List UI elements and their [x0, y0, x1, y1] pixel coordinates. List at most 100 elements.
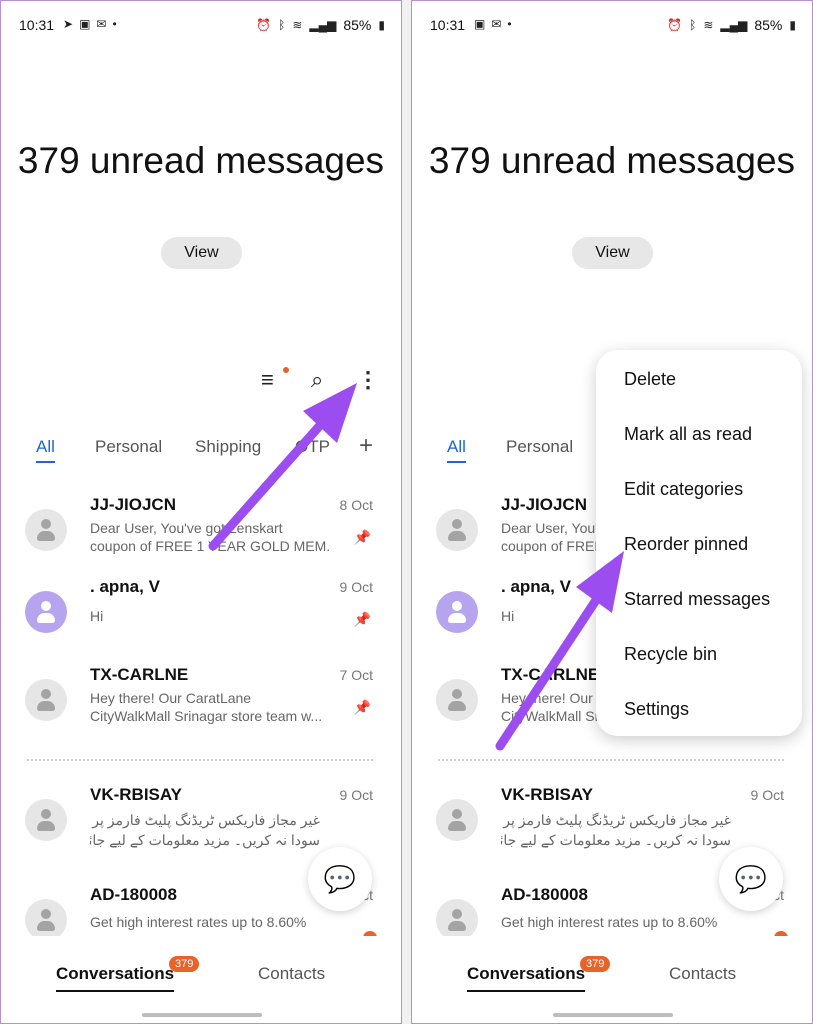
message-date: 9 Oct [339, 579, 373, 595]
pin-icon: 📌 [353, 529, 371, 545]
message-preview-line1: Hey there! Our CaratLane [90, 690, 252, 706]
sender-name: AD-180008 [90, 885, 177, 904]
tab-conversations[interactable]: Conversations [56, 964, 175, 992]
list-item[interactable]: TX-CARLNE 7 Oct Hey there! Our CaratLane… [1, 665, 401, 759]
search-icon[interactable]: ⌕ [311, 367, 323, 393]
battery-level: 85% [343, 17, 372, 33]
telegram-icon: ➤ [63, 17, 80, 31]
wifi-icon: ≋ [292, 18, 303, 32]
screen-left: 10:31 ➤▣✉• ⏰ ᛒ ≋ ▂▄▆ 85% ▮ 379 unread message… [0, 0, 402, 1024]
view-button[interactable]: View [161, 237, 242, 269]
menu-item-recycle-bin[interactable]: Recycle bin [624, 644, 717, 665]
gallery-icon: ▣ [474, 17, 492, 31]
battery-icon: ▮ [378, 18, 385, 32]
avatar [25, 799, 67, 841]
bottom-nav: Conversations 379 Contacts [412, 936, 812, 1023]
bottom-nav: Conversations 379 Contacts [1, 936, 401, 1023]
notification-icons: ➤▣✉• [63, 17, 123, 31]
sender-name: JJ-JIOJCN [90, 495, 176, 514]
signal-icon: ▂▄▆ [720, 18, 748, 32]
message-date: 7 Oct [339, 667, 373, 683]
menu-item-edit-categories[interactable]: Edit categories [624, 479, 743, 500]
dot-icon: • [507, 17, 518, 31]
sender-name: AD-180008 [501, 885, 588, 904]
add-category-icon[interactable]: + [359, 432, 373, 460]
new-chat-icon: 💬 [734, 864, 768, 894]
pinned-divider [27, 759, 373, 761]
filter-notification-dot [283, 367, 289, 373]
screen-right: 10:31 ▣✉• ⏰ ᛒ ≋ ▂▄▆ 85% ▮ 379 unread messages… [411, 0, 813, 1024]
tab-personal[interactable]: Personal [506, 437, 573, 457]
menu-item-reorder-pinned[interactable]: Reorder pinned [624, 534, 748, 555]
sender-name: TX-CARLNE [90, 665, 189, 684]
unread-count-badge: 379 [169, 956, 200, 972]
battery-level: 85% [754, 17, 783, 33]
avatar [436, 899, 478, 941]
battery-icon: ▮ [789, 18, 796, 32]
tab-contacts[interactable]: Contacts [258, 964, 325, 984]
avatar [25, 591, 67, 633]
message-preview-line2: سودا نہ کریں۔ مزید معلومات کے لیے جائیں: [501, 832, 731, 848]
tab-shipping[interactable]: Shipping [195, 437, 261, 457]
message-preview-line1: Get high interest rates up to 8.60% [90, 914, 307, 930]
avatar [25, 899, 67, 941]
alarm-icon: ⏰ [667, 18, 683, 32]
new-chat-icon: 💬 [323, 864, 357, 894]
tab-all[interactable]: All [447, 437, 466, 463]
alarm-icon: ⏰ [256, 18, 272, 32]
message-preview-line2: coupon of FREE 1 YEAR GOLD MEM... [90, 538, 330, 554]
notification-icons: ▣✉• [474, 17, 518, 31]
wifi-icon: ≋ [703, 18, 714, 32]
category-tabs: All Personal Shipping OTP + [1, 432, 401, 467]
unread-title: 379 unread messages [428, 140, 796, 181]
tab-otp[interactable]: OTP [295, 437, 330, 457]
avatar [25, 509, 67, 551]
sender-name: VK-RBISAY [90, 785, 182, 804]
message-date: 8 Oct [339, 497, 373, 513]
avatar [25, 679, 67, 721]
message-preview-line1: Hi [90, 608, 104, 624]
gmail-icon: ✉ [96, 17, 113, 31]
pin-icon: 📌 [353, 611, 371, 627]
new-chat-button[interactable]: 💬 [719, 847, 783, 911]
message-preview-line1: غیر مجاز فاریکس ٹریڈنگ پلیٹ فارمز پر [92, 812, 320, 828]
status-icons: ⏰ ᛒ ≋ ▂▄▆ 85% ▮ [256, 17, 385, 33]
message-preview-line1: Dear User, You've got Lenskart [90, 520, 283, 536]
unread-count-badge: 379 [580, 956, 611, 972]
pinned-divider [438, 759, 784, 761]
avatar [436, 509, 478, 551]
menu-item-delete[interactable]: Delete [624, 369, 676, 390]
sender-name: TX-CARLNE [501, 665, 600, 684]
home-indicator [553, 1013, 673, 1017]
gallery-icon: ▣ [79, 17, 97, 31]
status-icons: ⏰ ᛒ ≋ ▂▄▆ 85% ▮ [667, 17, 796, 33]
new-chat-button[interactable]: 💬 [308, 847, 372, 911]
message-preview-line1: Get high interest rates up to 8.60% [501, 914, 718, 930]
view-button[interactable]: View [572, 237, 653, 269]
unread-title: 379 unread messages [17, 140, 385, 181]
list-item[interactable]: JJ-JIOJCN 8 Oct Dear User, You've got Le… [1, 495, 401, 589]
sender-name: VK-RBISAY [501, 785, 593, 804]
bluetooth-icon: ᛒ [689, 18, 697, 32]
menu-item-starred-messages[interactable]: Starred messages [624, 589, 770, 610]
tab-contacts[interactable]: Contacts [669, 964, 736, 984]
list-item[interactable]: . apna, V 9 Oct Hi 📌 [1, 577, 401, 671]
avatar [436, 679, 478, 721]
sender-name: JJ-JIOJCN [501, 495, 587, 514]
dot-icon: • [112, 17, 123, 31]
sender-name: . apna, V [90, 577, 160, 596]
home-indicator [142, 1013, 262, 1017]
message-preview-line2: CityWalkMall Srinagar store team w... [90, 708, 323, 724]
tab-all[interactable]: All [36, 437, 55, 463]
more-options-icon[interactable]: ⋮ [357, 367, 379, 393]
tab-conversations[interactable]: Conversations [467, 964, 586, 992]
tab-personal[interactable]: Personal [95, 437, 162, 457]
menu-item-settings[interactable]: Settings [624, 699, 689, 720]
signal-icon: ▂▄▆ [309, 18, 337, 32]
message-preview-line2: سودا نہ کریں۔ مزید معلومات کے لیے جائیں: [90, 832, 320, 848]
menu-item-mark-all-read[interactable]: Mark all as read [624, 424, 752, 445]
filter-icon[interactable]: ≡ [261, 367, 274, 393]
message-date: 9 Oct [750, 787, 784, 803]
overflow-menu: Delete Mark all as read Edit categories … [596, 350, 802, 736]
sender-name: . apna, V [501, 577, 571, 596]
